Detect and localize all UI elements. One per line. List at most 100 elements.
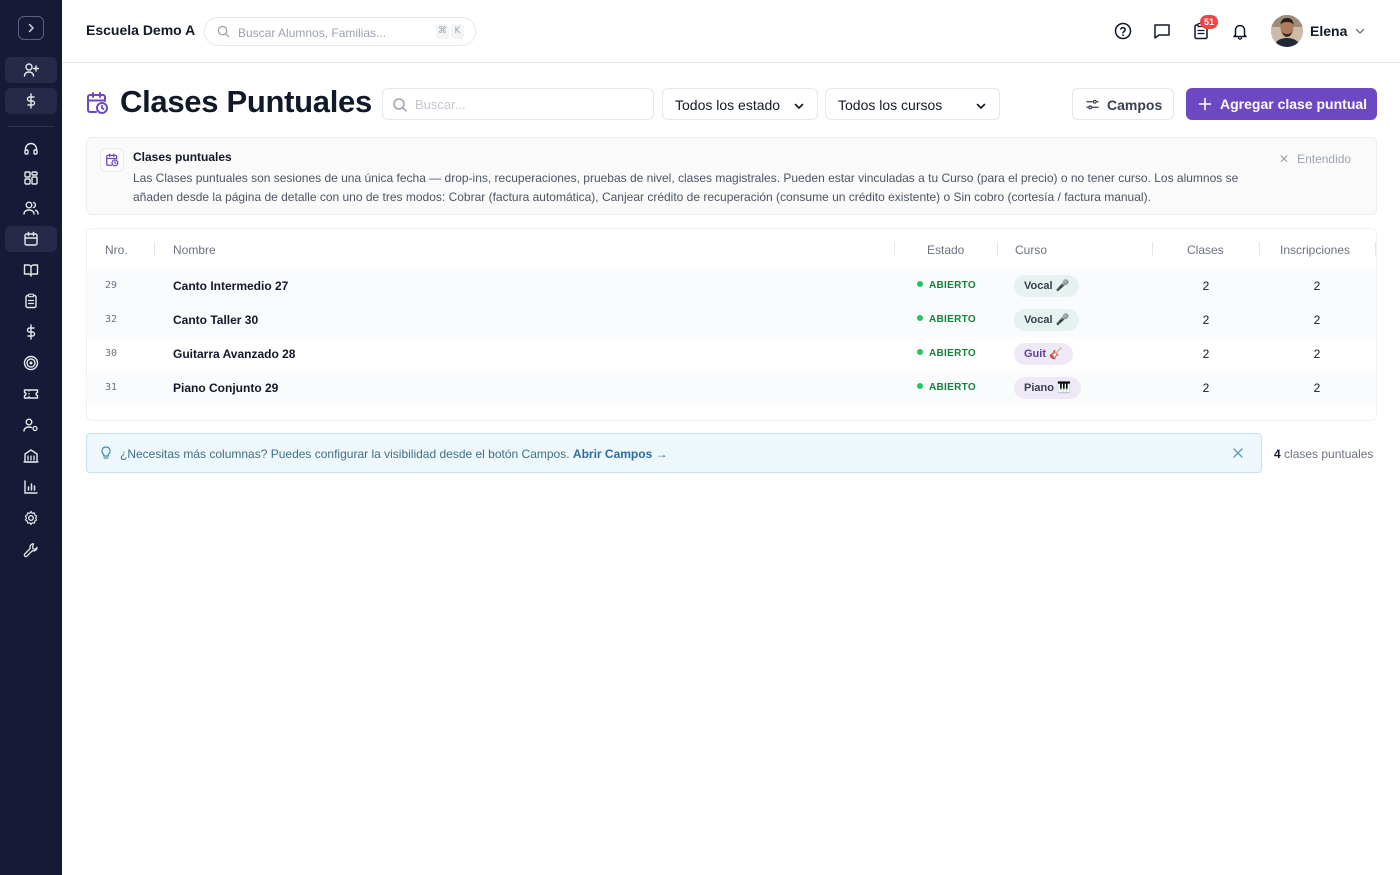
sidebar-item-courses[interactable] [5,257,57,283]
user-cog-icon [23,418,38,432]
row-nro: 31 [105,382,118,393]
column-header-nro[interactable]: Nro. [105,243,128,257]
shortcut-k-key: K [451,24,464,39]
sidebar-item-attendance[interactable] [5,288,57,314]
sidebar-item-billing[interactable] [5,319,57,345]
curso-pill[interactable]: Guit 🎸 [1014,343,1073,365]
columns-hint-banner: ¿Necesitas más columnas? Puedes configur… [86,433,1262,473]
help-button[interactable] [1112,20,1134,42]
sidebar-item-add-student[interactable] [5,57,57,83]
hint-text: ¿Necesitas más columnas? Puedes configur… [120,447,668,461]
global-search-placeholder: Buscar Alumnos, Familias... [238,26,387,40]
tasks-count-badge: 51 [1200,15,1219,29]
sidebar-item-reports[interactable] [5,474,57,500]
status-badge: ABIERTO [917,382,976,393]
estado-filter-select[interactable]: Todos los estado [662,88,818,120]
sidebar-item-settings[interactable] [5,505,57,531]
add-clase-puntual-label: Agregar clase puntual [1220,96,1368,112]
status-badge: ABIERTO [917,314,976,325]
sidebar-item-dashboard[interactable] [5,165,57,191]
status-badge: ABIERTO [917,280,976,291]
sidebar-item-tools[interactable] [5,537,57,563]
sliders-icon [1086,99,1099,110]
curso-pill[interactable]: Piano 🎹 [1014,377,1081,399]
row-nombre[interactable]: Guitarra Avanzado 28 [173,347,295,361]
book-open-icon [23,264,39,277]
school-name[interactable]: Escuela Demo A [86,22,195,38]
table-row[interactable]: 29 Canto Intermedio 27 ABIERTO Vocal 🎤 2… [87,269,1376,303]
row-clases: 2 [1202,381,1210,395]
hint-message: ¿Necesitas más columnas? Puedes configur… [120,447,570,461]
sidebar-expand-button[interactable] [18,16,44,40]
sidebar-item-goals[interactable] [5,350,57,376]
table-row[interactable]: 31 Piano Conjunto 29 ABIERTO Piano 🎹 2 2 [87,371,1376,405]
row-nombre[interactable]: Piano Conjunto 29 [173,381,278,395]
table-row[interactable]: 32 Canto Taller 30 ABIERTO Vocal 🎤 2 2 [87,303,1376,337]
column-header-inscripciones[interactable]: Inscripciones [1280,243,1350,257]
calendar-clock-icon [106,153,119,167]
ticket-icon [23,389,39,399]
column-header-estado[interactable]: Estado [927,243,964,257]
status-label: ABIERTO [929,382,976,393]
add-clase-puntual-button[interactable]: Agregar clase puntual [1186,88,1377,120]
sidebar-item-tickets[interactable] [5,381,57,407]
gear-icon [24,510,38,526]
cursos-filter-select[interactable]: Todos los cursos [825,88,1000,120]
messages-button[interactable] [1151,20,1173,42]
sidebar-item-locations[interactable] [5,443,57,469]
column-divider[interactable] [154,242,155,256]
info-dismiss-button[interactable]: ✕ Entendido [1279,152,1351,166]
campos-button-label: Campos [1107,97,1163,113]
curso-pill[interactable]: Vocal 🎤 [1014,275,1080,297]
column-header-nombre[interactable]: Nombre [173,243,216,257]
column-divider[interactable] [1375,242,1376,256]
users-icon [23,201,39,215]
info-banner: Clases puntuales Las Clases puntuales so… [86,137,1377,215]
global-search-input[interactable]: Buscar Alumnos, Familias... ⌘ K [204,17,476,46]
topbar: Escuela Demo A Buscar Alumnos, Familias.… [62,0,1400,63]
chevron-right-icon [28,23,34,33]
page-search-input[interactable]: Buscar... [382,88,654,120]
open-campos-link[interactable]: Abrir Campos → [573,447,668,461]
close-icon[interactable] [1232,447,1244,459]
chevron-down-icon[interactable] [1354,25,1366,37]
wrench-icon [23,543,38,558]
sidebar-item-payments[interactable] [5,88,57,114]
app-root: Escuela Demo A Buscar Alumnos, Familias.… [0,0,1400,875]
sidebar-item-students[interactable] [5,195,57,221]
estado-filter-value: Todos los estado [675,97,781,113]
bell-icon [1233,24,1247,40]
avatar[interactable] [1271,15,1303,47]
shortcut-mod-key: ⌘ [436,24,449,39]
row-nombre[interactable]: Canto Taller 30 [173,313,258,327]
page-search-placeholder: Buscar... [415,97,466,112]
cursos-filter-value: Todos los cursos [838,97,943,113]
column-divider[interactable] [997,242,998,256]
sidebar-item-classes[interactable] [5,226,57,252]
user-name[interactable]: Elena [1310,23,1347,39]
search-icon [393,98,407,112]
campos-button[interactable]: Campos [1072,88,1174,120]
status-dot [917,315,923,321]
help-circle-icon [1114,22,1132,40]
column-divider[interactable] [1152,242,1153,256]
table-row[interactable]: 30 Guitarra Avanzado 28 ABIERTO Guit 🎸 2… [87,337,1376,371]
results-count: 4 clases puntuales [1274,447,1373,461]
column-header-curso[interactable]: Curso [1015,243,1047,257]
search-icon [217,25,230,38]
row-clases: 2 [1202,313,1210,327]
lightbulb-icon [101,446,111,459]
status-badge: ABIERTO [917,348,976,359]
sidebar-item-staff[interactable] [5,412,57,438]
info-title: Clases puntuales [133,150,232,164]
close-icon: ✕ [1279,152,1290,166]
column-divider[interactable] [894,242,895,256]
dollar-icon [26,93,36,109]
curso-pill[interactable]: Vocal 🎤 [1014,309,1080,331]
column-divider[interactable] [1259,242,1260,256]
sidebar-item-support[interactable] [5,136,57,162]
user-photo-icon [1271,15,1303,47]
row-nombre[interactable]: Canto Intermedio 27 [173,279,288,293]
notifications-button[interactable] [1229,20,1251,42]
column-header-clases[interactable]: Clases [1187,243,1224,257]
